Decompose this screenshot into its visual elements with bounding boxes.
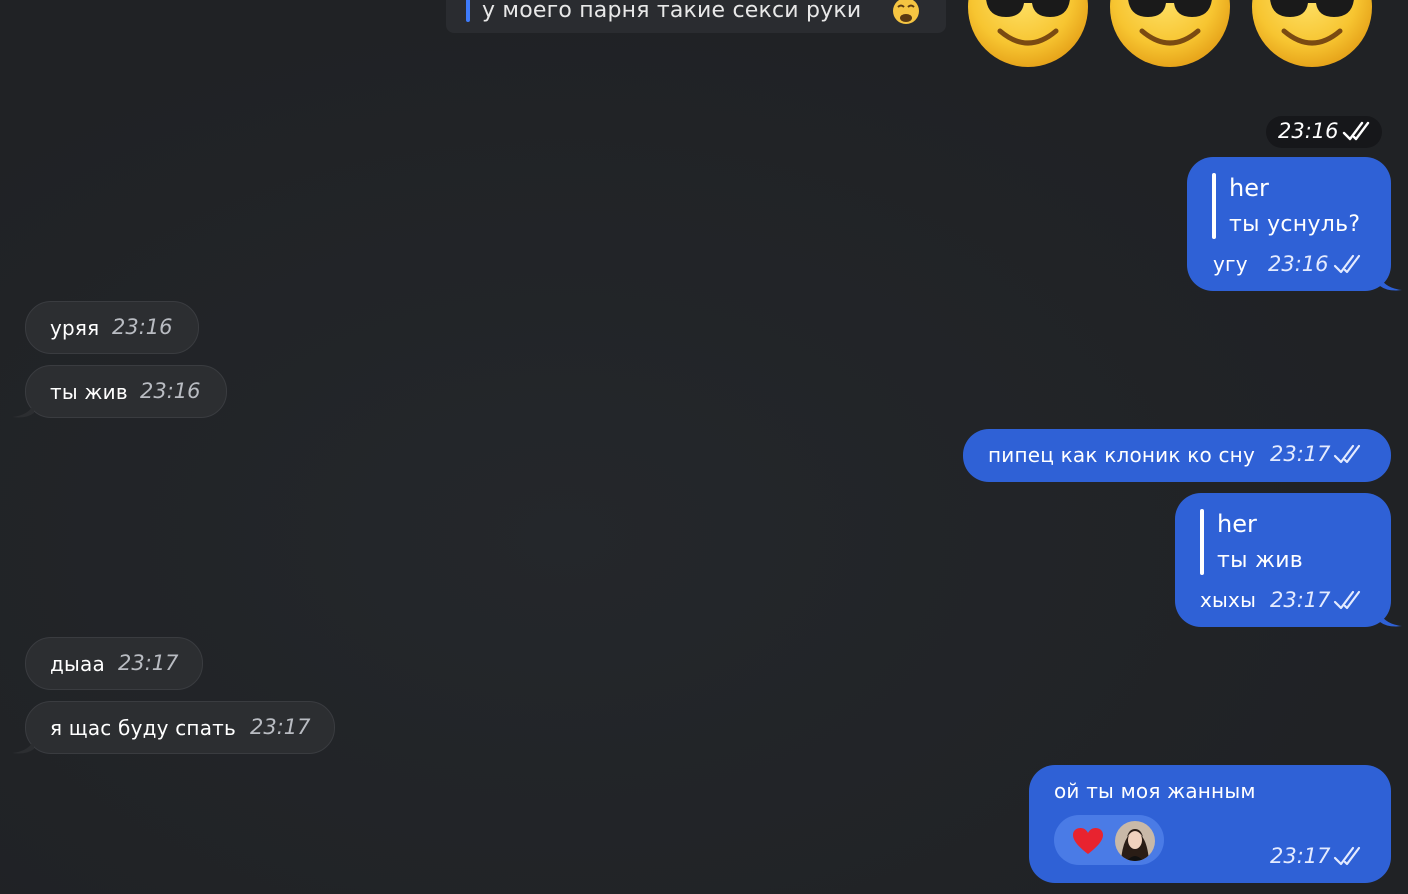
reply-text: ты уснуль?: [1229, 212, 1361, 237]
message-time: 23:17: [250, 715, 311, 739]
weary-face-icon: [893, 0, 919, 24]
message-time: 23:16: [1268, 252, 1329, 276]
top-reply-card[interactable]: у моего парня такие секси руки: [446, 0, 946, 33]
red-heart-icon: [1073, 828, 1103, 854]
double-check-icon: [1333, 254, 1361, 274]
message-outgoing[interactable]: ой ты моя жанным 23:17: [1029, 765, 1391, 883]
message-outgoing[interactable]: her ты жив хыхы 23:17: [1175, 493, 1391, 627]
reply-quote-bar: [1200, 509, 1204, 575]
reactor-avatar: [1115, 821, 1155, 861]
message-time: 23:17: [118, 651, 179, 675]
double-check-icon: [1333, 590, 1361, 610]
reply-text: ты жив: [1217, 548, 1304, 573]
reply-author: her: [1217, 510, 1257, 538]
message-text: ой ты моя жанным: [1054, 779, 1256, 803]
bubble-tail: [12, 739, 34, 754]
smiling-face-with-sunglasses-icon: [1252, 0, 1372, 67]
double-check-icon: [1333, 846, 1361, 866]
message-text: пипец как клоник ко сну: [988, 443, 1255, 467]
message-time: 23:16: [140, 379, 201, 403]
bubble-tail: [12, 403, 34, 418]
top-reply-text: у моего парня такие секси руки: [482, 0, 862, 23]
message-outgoing[interactable]: her ты уснуль? угу 23:16: [1187, 157, 1391, 291]
message-time: 23:16: [112, 315, 173, 339]
double-check-icon: [1342, 121, 1370, 141]
double-check-icon: [1333, 444, 1361, 464]
message-text: ты жив: [50, 380, 128, 404]
message-text: дыаа: [50, 652, 105, 676]
message-incoming[interactable]: уряя 23:16: [25, 301, 199, 354]
message-time: 23:17: [1270, 442, 1331, 466]
bubble-tail: [1380, 276, 1402, 291]
reply-accent-bar: [466, 0, 470, 22]
message-outgoing[interactable]: пипец как клоник ко сну 23:17: [963, 429, 1391, 482]
message-text: я щас буду спать: [50, 716, 236, 740]
message-incoming[interactable]: дыаа 23:17: [25, 637, 203, 690]
bubble-tail: [1380, 612, 1402, 627]
smiling-face-with-sunglasses-icon: [1110, 0, 1230, 67]
message-text: уряя: [50, 316, 100, 340]
reaction-chip[interactable]: [1054, 815, 1164, 865]
reply-author: her: [1229, 174, 1269, 202]
reply-quote-bar: [1212, 173, 1216, 239]
message-incoming[interactable]: я щас буду спать 23:17: [25, 701, 335, 754]
message-incoming[interactable]: ты жив 23:16: [25, 365, 227, 418]
message-text: хыхы: [1200, 588, 1257, 612]
sticker-time-pill: 23:16: [1266, 116, 1382, 148]
message-time: 23:17: [1270, 588, 1331, 612]
sticker-time: 23:16: [1278, 119, 1339, 143]
smiling-face-with-sunglasses-icon: [968, 0, 1088, 67]
message-time: 23:17: [1270, 844, 1331, 868]
message-text: угу: [1213, 252, 1248, 276]
chat-area: у моего парня такие секси руки 23:16 her…: [0, 0, 1408, 894]
